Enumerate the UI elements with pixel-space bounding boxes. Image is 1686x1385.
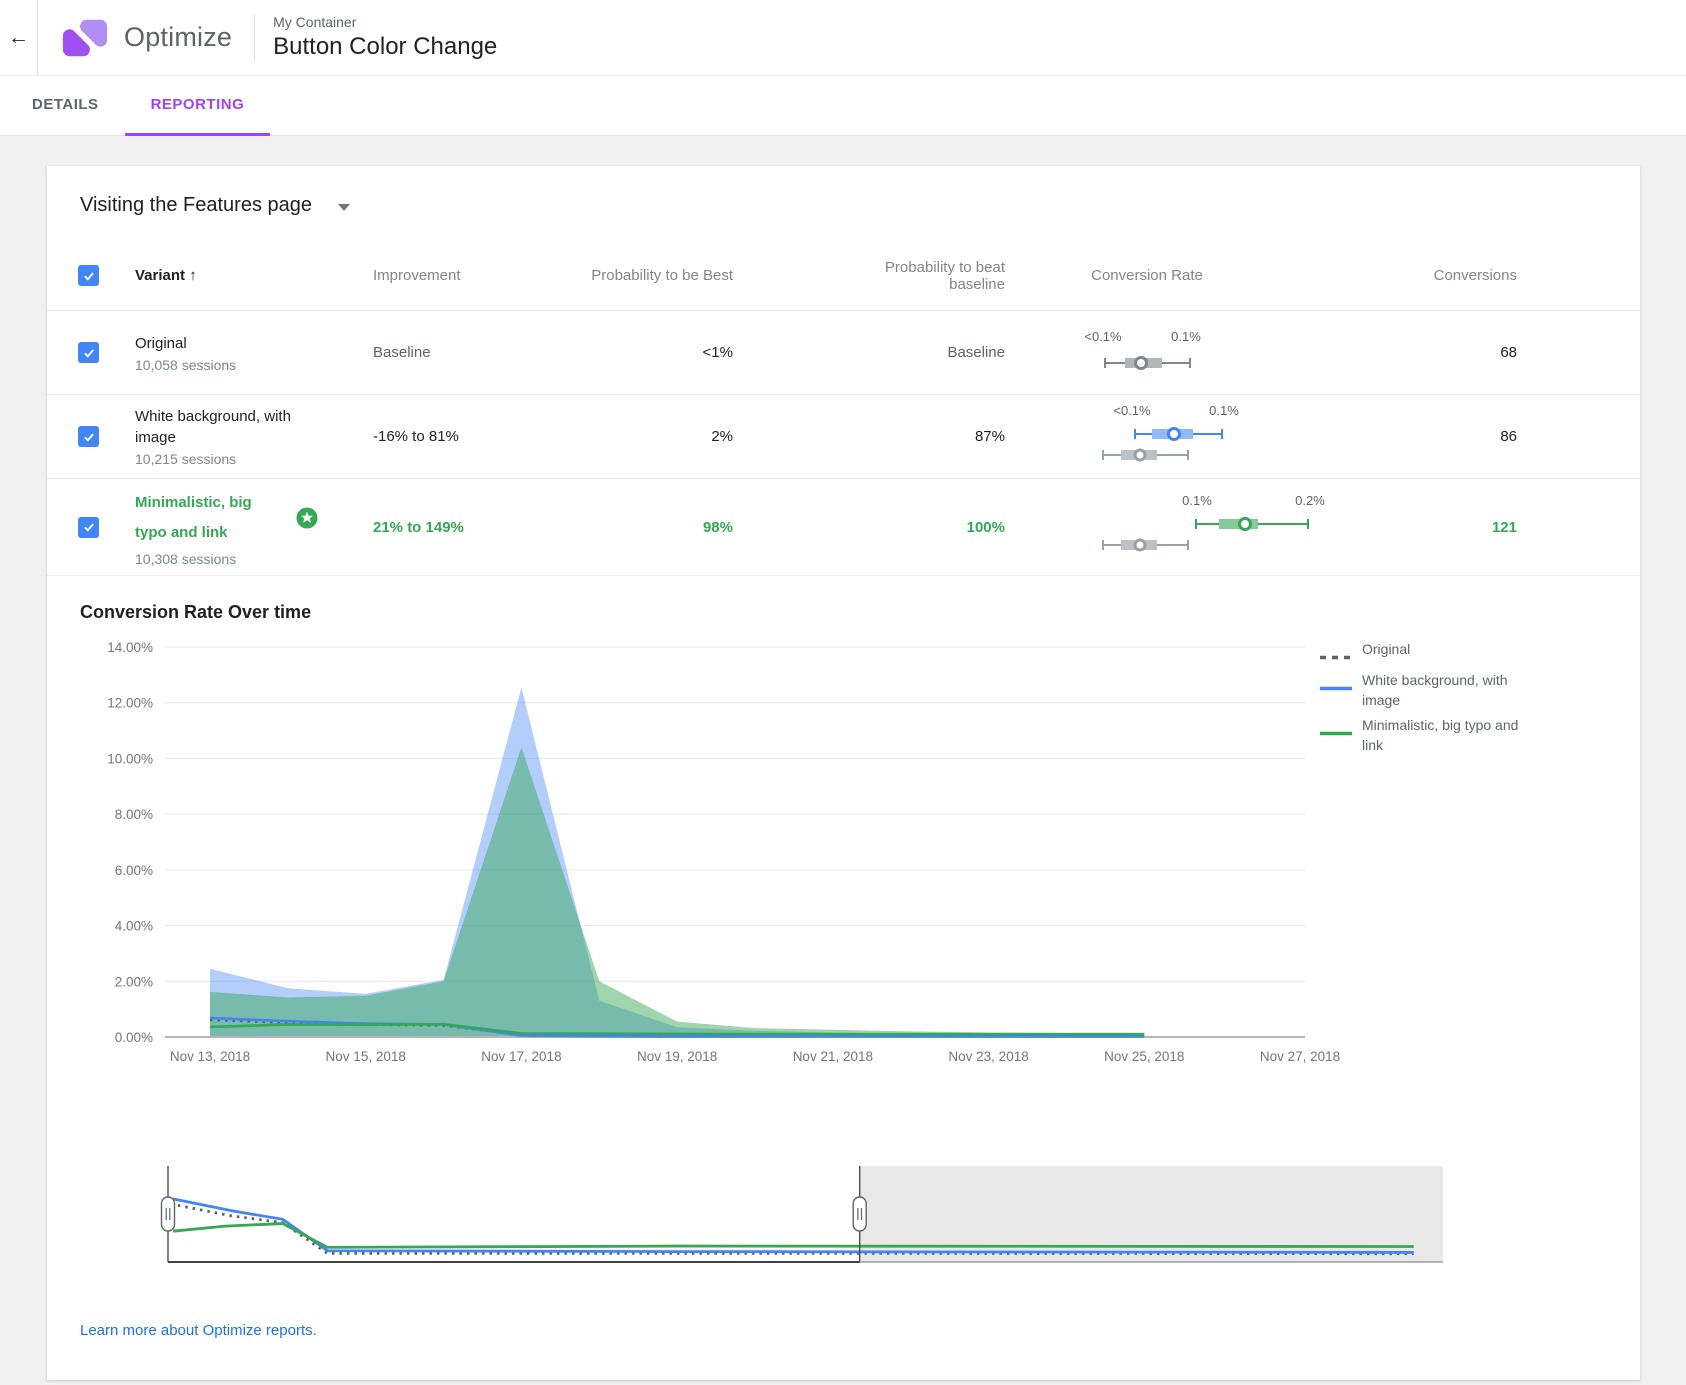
- table-row: White background, with image 10,215 sessi…: [47, 395, 1640, 479]
- report-card: Visiting the Features page Variant ↑ Imp…: [47, 166, 1640, 1380]
- conversions-value: 121: [1375, 519, 1517, 536]
- svg-text:Nov 13, 2018: Nov 13, 2018: [170, 1049, 250, 1064]
- experiment-titles: My Container Button Color Change: [273, 14, 497, 61]
- probability-beat-baseline-value: 100%: [733, 519, 1005, 536]
- table-header-row: Variant ↑ Improvement Probability to be …: [47, 241, 1640, 311]
- svg-text:0.1%: 0.1%: [1182, 493, 1212, 508]
- column-header-prob-best[interactable]: Probability to be Best: [588, 267, 733, 284]
- confidence-interval-chart: <0.1% 0.1%: [1005, 323, 1335, 379]
- svg-text:12.00%: 12.00%: [107, 696, 153, 711]
- svg-text:<0.1%: <0.1%: [1084, 329, 1122, 344]
- svg-text:8.00%: 8.00%: [115, 807, 153, 822]
- variant-sessions: 10,215 sessions: [135, 451, 373, 467]
- svg-text:2.00%: 2.00%: [115, 974, 153, 989]
- top-bar: ← Optimize My Container Button Color Cha…: [0, 0, 1686, 76]
- optimize-logo-icon: [60, 13, 110, 63]
- confidence-interval-chart: 0.1% 0.2%: [1005, 491, 1335, 559]
- back-button[interactable]: ←: [0, 0, 38, 76]
- svg-text:Nov 17, 2018: Nov 17, 2018: [481, 1049, 561, 1064]
- column-header-improvement[interactable]: Improvement: [373, 267, 588, 284]
- svg-text:Nov 21, 2018: Nov 21, 2018: [793, 1049, 873, 1064]
- check-icon: [82, 520, 96, 534]
- back-arrow-icon: ←: [8, 26, 29, 50]
- variant-sessions: 10,058 sessions: [135, 357, 373, 373]
- main-content: Visiting the Features page Variant ↑ Imp…: [0, 166, 1686, 1380]
- scrubber-left-handle[interactable]: [162, 1197, 175, 1231]
- select-all-checkbox[interactable]: [78, 265, 99, 286]
- column-header-conversion-rate[interactable]: Conversion Rate: [1005, 267, 1375, 284]
- legend-label: Original: [1362, 639, 1410, 665]
- tab-bar: DETAILS REPORTING: [0, 76, 1686, 136]
- dashed-line-swatch-icon: [1319, 639, 1353, 665]
- line-swatch-icon: [1319, 715, 1353, 755]
- improvement-value: Baseline: [373, 344, 588, 361]
- container-label: My Container: [273, 14, 497, 30]
- optimize-brand: Optimize: [60, 13, 232, 63]
- legend-item[interactable]: White background, with image: [1319, 670, 1575, 710]
- svg-text:Nov 19, 2018: Nov 19, 2018: [637, 1049, 717, 1064]
- improvement-value: -16% to 81%: [373, 428, 588, 445]
- table-body: Original10,058 sessionsBaseline<1%Baseli…: [47, 311, 1640, 576]
- time-range-scrubber[interactable]: [147, 1159, 1497, 1271]
- line-swatch-icon: [1319, 670, 1353, 710]
- tab-details[interactable]: DETAILS: [6, 76, 125, 136]
- svg-text:Nov 23, 2018: Nov 23, 2018: [948, 1049, 1028, 1064]
- sort-ascending-icon: ↑: [189, 267, 197, 284]
- svg-text:4.00%: 4.00%: [115, 919, 153, 934]
- svg-text:Nov 15, 2018: Nov 15, 2018: [326, 1049, 406, 1064]
- probability-beat-baseline-value: 87%: [733, 428, 1005, 445]
- check-icon: [82, 346, 96, 360]
- legend-item[interactable]: Minimalistic, big typo and link: [1319, 715, 1575, 755]
- confidence-interval-chart: <0.1% 0.1%: [1005, 401, 1335, 469]
- svg-text:0.00%: 0.00%: [115, 1030, 153, 1045]
- learn-more-link[interactable]: Learn more about Optimize reports.: [80, 1322, 317, 1339]
- leader-star-icon: [295, 506, 319, 530]
- probability-best-value: <1%: [588, 344, 733, 361]
- row-checkbox[interactable]: [78, 426, 99, 447]
- probability-beat-baseline-value: Baseline: [733, 344, 1005, 361]
- chart-title: Conversion Rate Over time: [80, 602, 1640, 623]
- objective-label: Visiting the Features page: [80, 194, 312, 217]
- conversions-value: 68: [1375, 344, 1517, 361]
- column-header-conversions[interactable]: Conversions: [1375, 267, 1517, 284]
- variant-name: Original: [135, 333, 187, 354]
- table-row: Minimalistic, big typo and link 10,308 se…: [47, 479, 1640, 576]
- tab-reporting[interactable]: REPORTING: [125, 76, 271, 136]
- scrubber-right-handle[interactable]: [853, 1197, 866, 1231]
- svg-text:0.2%: 0.2%: [1295, 493, 1325, 508]
- row-checkbox[interactable]: [78, 342, 99, 363]
- conversions-value: 86: [1375, 428, 1517, 445]
- svg-text:14.00%: 14.00%: [107, 640, 153, 655]
- variant-sessions: 10,308 sessions: [135, 551, 373, 567]
- legend-item[interactable]: Original: [1319, 639, 1575, 665]
- table-row: Original10,058 sessionsBaseline<1%Baseli…: [47, 311, 1640, 395]
- variant-name: Minimalistic, big typo and link: [135, 488, 277, 548]
- legend-label: White background, with image: [1362, 670, 1542, 710]
- chart-legend: Original White background, with image Mini…: [1319, 639, 1575, 760]
- check-icon: [82, 430, 96, 444]
- time-range-scrubber-area: [147, 1159, 1640, 1276]
- legend-label: Minimalistic, big typo and link: [1362, 715, 1542, 755]
- conversion-rate-chart-area: 14.00% 12.00% 10.00% 8.00% 6.00% 4.00% 2.00% 0.…: [47, 623, 1640, 1075]
- svg-text:Nov 25, 2018: Nov 25, 2018: [1104, 1049, 1184, 1064]
- brand-name: Optimize: [124, 22, 232, 53]
- chevron-down-icon: [338, 204, 350, 211]
- column-header-prob-beat[interactable]: Probability to beat baseline: [733, 259, 1005, 293]
- page-title: Button Color Change: [273, 33, 497, 61]
- svg-text:0.1%: 0.1%: [1171, 329, 1201, 344]
- probability-best-value: 2%: [588, 428, 733, 445]
- svg-text:<0.1%: <0.1%: [1113, 403, 1151, 418]
- svg-text:10.00%: 10.00%: [107, 751, 153, 766]
- header-divider: [254, 15, 255, 61]
- variant-name: White background, with image: [135, 406, 307, 448]
- svg-text:Nov 27, 2018: Nov 27, 2018: [1260, 1049, 1340, 1064]
- check-icon: [82, 269, 96, 283]
- column-header-variant[interactable]: Variant ↑: [135, 267, 373, 284]
- probability-best-value: 98%: [588, 519, 733, 536]
- svg-text:6.00%: 6.00%: [115, 863, 153, 878]
- row-checkbox[interactable]: [78, 517, 99, 538]
- improvement-value: 21% to 149%: [373, 519, 588, 536]
- svg-text:0.1%: 0.1%: [1209, 403, 1239, 418]
- objective-selector[interactable]: Visiting the Features page: [80, 194, 1640, 217]
